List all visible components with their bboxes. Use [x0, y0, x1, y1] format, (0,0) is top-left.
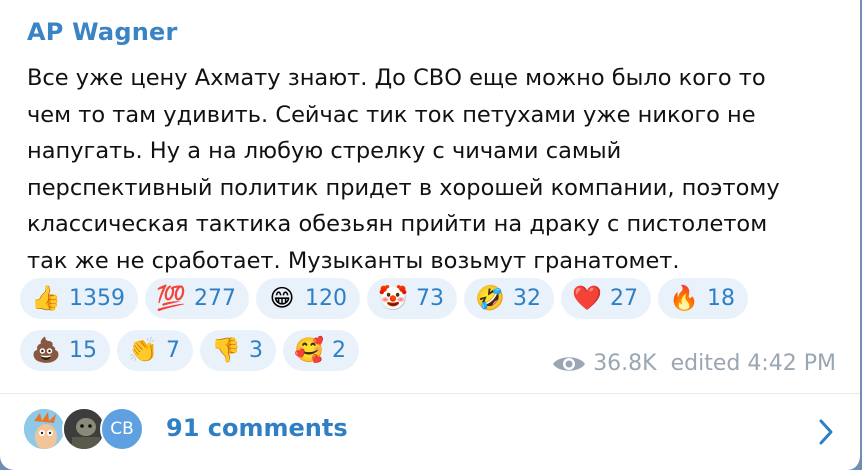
comments-footer[interactable]: CB 91 comments: [0, 394, 860, 470]
edited-timestamp: edited 4:42 PM: [670, 351, 836, 376]
chevron-right-icon[interactable]: [818, 418, 834, 446]
reaction-clapping-hands[interactable]: 👏 7: [117, 330, 193, 371]
reaction-thumbs-up[interactable]: 👍 1359: [20, 278, 138, 319]
cartoon-face-icon: [24, 409, 64, 449]
views-count: 36.8K: [593, 351, 657, 376]
reaction-hundred-points[interactable]: 💯 277: [145, 278, 249, 319]
thumbs-up-icon: 👍: [31, 284, 61, 312]
reaction-count: 120: [305, 286, 347, 311]
smiling-face-hearts-icon: 🥰: [294, 336, 324, 364]
message-line: напугать. Ну а на любую стрелку с чичами…: [27, 138, 622, 164]
thumbs-down-icon: 👎: [211, 336, 241, 364]
reaction-rofl-face[interactable]: 🤣 32: [464, 278, 554, 319]
channel-author-name[interactable]: AP Wagner: [27, 18, 178, 46]
message-line: так же не сработает. Музыканты возьмут г…: [27, 247, 680, 274]
reaction-fire[interactable]: 🔥 18: [658, 278, 748, 319]
message-line: Все уже цену Ахмату знают. До СВО еще мо…: [27, 65, 766, 91]
red-heart-icon: ❤️: [572, 284, 602, 312]
reaction-count: 7: [166, 338, 180, 363]
reaction-grinning-face[interactable]: 😁 120: [256, 278, 360, 319]
comments-link[interactable]: 91 comments: [166, 414, 348, 442]
grinning-face-icon: 😁: [269, 284, 295, 312]
message-card: AP Wagner Все уже цену Ахмату знают. До …: [0, 0, 862, 470]
commenter-avatar-initials: CB: [100, 407, 144, 451]
reaction-count: 18: [707, 286, 735, 311]
rofl-face-icon: 🤣: [475, 284, 505, 312]
message-line: чем то там удивить. Сейчас тик ток петух…: [27, 101, 756, 128]
reaction-thumbs-down[interactable]: 👎 3: [200, 330, 276, 371]
reaction-count: 27: [610, 286, 638, 311]
reaction-red-heart[interactable]: ❤️ 27: [561, 278, 651, 319]
reaction-pile-of-poo[interactable]: 💩 15: [20, 330, 110, 371]
reaction-count: 73: [416, 286, 444, 311]
reaction-count: 32: [513, 286, 541, 311]
reaction-clown-face[interactable]: 🤡 73: [367, 278, 457, 319]
reaction-count: 1359: [69, 286, 125, 311]
pile-of-poo-icon: 💩: [31, 336, 61, 364]
clown-face-icon: 🤡: [378, 284, 408, 312]
reaction-smiling-face-hearts[interactable]: 🥰 2: [283, 330, 359, 371]
commenter-avatar: [22, 407, 66, 451]
reaction-count: 15: [69, 338, 97, 363]
clapping-hands-icon: 👏: [128, 336, 158, 364]
message-text: Все уже цену Ахмату знают. До СВО еще мо…: [27, 60, 847, 279]
message-line: классическая тактика обезьян прийти на д…: [27, 211, 768, 237]
reaction-count: 2: [332, 338, 346, 363]
hundred-points-icon: 💯: [156, 284, 186, 312]
eye-icon: [553, 356, 586, 371]
message-meta: 36.8K edited 4:42 PM: [552, 351, 836, 376]
reaction-count: 277: [194, 286, 236, 311]
reaction-count: 3: [249, 338, 263, 363]
fire-icon: 🔥: [669, 284, 699, 312]
message-line: перспективный политик придет в хорошей к…: [27, 174, 780, 201]
